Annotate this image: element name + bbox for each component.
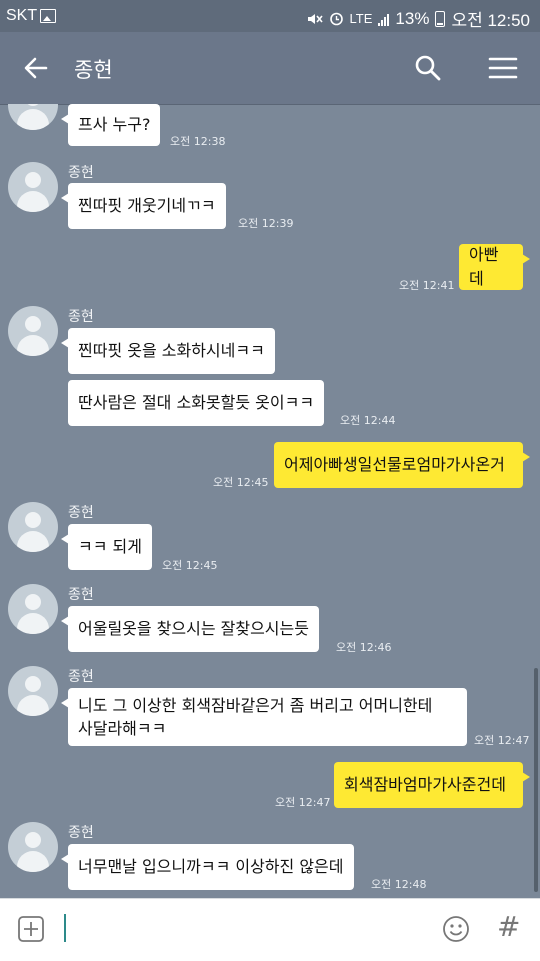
sender-name: 종현 bbox=[68, 309, 94, 325]
alarm-icon bbox=[329, 12, 343, 26]
battery-percent: 13% bbox=[395, 8, 430, 28]
sender-name: 종현 bbox=[68, 505, 94, 521]
search-icon[interactable] bbox=[414, 54, 442, 82]
incoming-message[interactable]: ㅋㅋ 되게 bbox=[61, 524, 152, 570]
network-label: LTE bbox=[349, 11, 373, 26]
incoming-message[interactable]: 어울릴옷을 찾으시는 잘찾으시는듯 bbox=[61, 606, 319, 652]
message-input-bar: # bbox=[0, 898, 540, 961]
message-time: 오전 12:39 bbox=[238, 217, 294, 230]
message-text: 딴사람은 절대 소화못할듯 옷이ㅋㅋ bbox=[78, 393, 315, 412]
message-time: 오전 12:48 bbox=[371, 878, 427, 891]
message-time: 오전 12:38 bbox=[170, 135, 226, 148]
hashtag-icon[interactable]: # bbox=[497, 910, 520, 943]
message-text: 니도 그 이상한 회색잠바같은거 좀 버리고 어머니한테 bbox=[78, 696, 433, 715]
avatar[interactable] bbox=[8, 502, 58, 552]
emoji-icon[interactable] bbox=[442, 915, 470, 943]
message-text: 아빤데 bbox=[469, 245, 499, 288]
avatar[interactable] bbox=[8, 666, 58, 716]
message-text: 회색잠바엄마가사준건데 bbox=[344, 775, 506, 794]
outgoing-message[interactable]: 아빤데 bbox=[459, 244, 530, 290]
back-arrow-icon[interactable] bbox=[22, 54, 50, 82]
signal-icon bbox=[378, 12, 390, 26]
chat-log[interactable]: 프사 누구? 오전 12:38 종현 찐따핏 개웃기네ㄲㅋ 오전 12:39 아… bbox=[0, 104, 540, 898]
incoming-message[interactable]: 찐따핏 옷을 소화하시네ㅋㅋ bbox=[61, 328, 275, 374]
message-text: 너무맨날 입으니까ㅋㅋ 이상하진 않은데 bbox=[78, 857, 344, 876]
menu-icon[interactable] bbox=[488, 54, 518, 82]
add-icon[interactable] bbox=[18, 916, 44, 942]
message-text: 사달라해ㅋㅋ bbox=[78, 719, 167, 738]
clock: 오전 12:50 bbox=[451, 11, 530, 30]
avatar[interactable] bbox=[8, 306, 58, 356]
message-time: 오전 12:45 bbox=[213, 476, 269, 489]
status-bar: SKT LTE 13% 오전 12:50 bbox=[0, 0, 540, 32]
message-text: 찐따핏 옷을 소화하시네ㅋㅋ bbox=[78, 341, 265, 360]
chat-title: 종현 bbox=[74, 58, 113, 82]
chat-header: 종현 bbox=[0, 32, 540, 105]
incoming-message[interactable]: 딴사람은 절대 소화못할듯 옷이ㅋㅋ bbox=[68, 380, 325, 426]
message-time: 오전 12:41 bbox=[399, 279, 455, 292]
message-text: 찐따핏 개웃기네ㄲㅋ bbox=[78, 196, 216, 215]
incoming-message[interactable]: 너무맨날 입으니까ㅋㅋ 이상하진 않은데 bbox=[61, 844, 354, 890]
sender-name: 종현 bbox=[68, 825, 94, 841]
sender-name: 종현 bbox=[68, 669, 94, 685]
image-notification-icon bbox=[40, 9, 56, 23]
message-time: 오전 12:45 bbox=[162, 559, 218, 572]
message-text: ㅋㅋ 되게 bbox=[78, 537, 142, 556]
incoming-message[interactable]: 니도 그 이상한 회색잠바같은거 좀 버리고 어머니한테 사달라해ㅋㅋ bbox=[61, 688, 467, 746]
avatar[interactable] bbox=[8, 104, 58, 130]
outgoing-message[interactable]: 회색잠바엄마가사준건데 bbox=[334, 762, 530, 808]
message-time: 오전 12:47 bbox=[474, 734, 530, 747]
message-time: 오전 12:46 bbox=[336, 641, 392, 654]
message-input[interactable] bbox=[64, 914, 66, 942]
message-time: 오전 12:44 bbox=[340, 414, 396, 427]
carrier-label: SKT bbox=[6, 7, 38, 24]
avatar[interactable] bbox=[8, 584, 58, 634]
battery-icon bbox=[435, 10, 446, 27]
message-text: 어울릴옷을 찾으시는 잘찾으시는듯 bbox=[78, 619, 309, 638]
avatar[interactable] bbox=[8, 822, 58, 872]
mute-icon bbox=[307, 13, 323, 24]
incoming-message[interactable]: 찐따핏 개웃기네ㄲㅋ bbox=[61, 183, 226, 229]
outgoing-message[interactable]: 어제아빠생일선물로엄마가사온거 bbox=[274, 442, 530, 488]
message-text: 프사 누구? bbox=[78, 115, 151, 134]
message-time: 오전 12:47 bbox=[275, 796, 331, 809]
incoming-message[interactable]: 프사 누구? bbox=[60, 104, 161, 146]
sender-name: 종현 bbox=[68, 165, 94, 181]
avatar[interactable] bbox=[8, 162, 58, 212]
message-text: 어제아빠생일선물로엄마가사온거 bbox=[284, 455, 505, 474]
sender-name: 종현 bbox=[68, 587, 94, 603]
chat-scrollbar[interactable] bbox=[534, 668, 538, 892]
